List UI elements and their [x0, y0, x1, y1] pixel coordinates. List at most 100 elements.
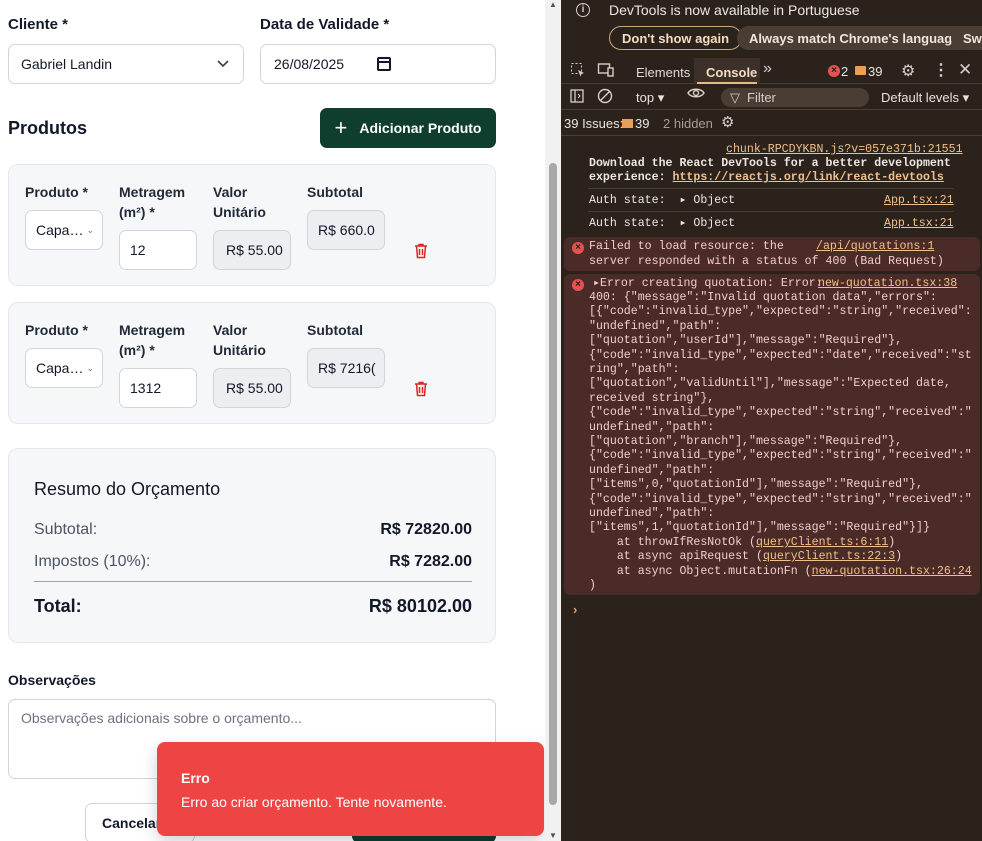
- client-label: Cliente *: [8, 16, 69, 33]
- meter-input[interactable]: 1312: [119, 368, 197, 408]
- log-message: Auth state: ▸ Object: [589, 194, 736, 207]
- error-detail-line: "undefined","path":: [589, 319, 722, 333]
- error-detail-line: ["quotation","userId"],"message":"Requir…: [589, 334, 903, 348]
- quotation-summary: Resumo do Orçamento Subtotal: R$ 72820.00…: [8, 448, 496, 643]
- log-source-link[interactable]: App.tsx:21: [884, 217, 954, 231]
- toast-title: Erro: [181, 770, 210, 786]
- product-value: Capa…: [36, 360, 84, 376]
- log-message: server responded with a status of 400 (B…: [589, 255, 944, 268]
- scroll-up-arrow[interactable]: ▲: [549, 0, 557, 9]
- product-card: Produto * Capa… ⌄ Metragem (m²) * 12 Valo…: [8, 164, 496, 286]
- product-select[interactable]: Capa… ⌄: [25, 348, 103, 388]
- summary-subtotal-row: Subtotal: R$ 72820.00: [34, 521, 472, 538]
- toast-message: Erro ao criar orçamento. Tente novamente…: [181, 794, 447, 810]
- devtools-panel: i DevTools is now available in Portugues…: [561, 0, 982, 841]
- stack-frame: ): [589, 579, 596, 592]
- close-icon[interactable]: ✕: [958, 60, 972, 80]
- chevron-down-icon: [217, 57, 229, 71]
- scrollbar-thumb[interactable]: [549, 163, 557, 805]
- inspect-element-icon[interactable]: [570, 62, 586, 81]
- scroll-down-arrow[interactable]: ▼: [549, 831, 557, 840]
- log-message: Download the React DevTools for a better…: [589, 157, 951, 170]
- unit-price-field: R$ 55.00: [213, 368, 291, 408]
- error-icon: ×: [572, 242, 584, 254]
- error-icon: ×: [572, 279, 584, 291]
- error-detail-line: undefined","path":: [589, 420, 715, 434]
- device-toolbar-icon[interactable]: [597, 62, 615, 81]
- tab-console[interactable]: Console: [706, 65, 757, 80]
- validity-label: Data de Validade *: [260, 16, 390, 33]
- log-divider: [588, 188, 954, 189]
- error-detail-line: ["quotation","branch"],"message":"Requir…: [589, 435, 903, 448]
- summary-total-row: Total: R$ 80102.00: [34, 596, 472, 616]
- error-detail-line: undefined","path":: [589, 463, 715, 477]
- products-title: Produtos: [8, 118, 87, 138]
- validity-date-input[interactable]: 26/08/2025: [260, 44, 496, 84]
- summary-divider: [34, 581, 472, 582]
- error-detail-line: ["items",0,"quotationId"],"message":"Req…: [589, 478, 923, 492]
- add-product-button[interactable]: + Adicionar Produto: [320, 108, 496, 148]
- match-language-button[interactable]: Always match Chrome's language: [737, 26, 972, 50]
- chevron-down-icon: ⌄: [86, 224, 94, 235]
- error-detail-line: 400: {"message":"Invalid quotation data"…: [589, 291, 937, 304]
- product-label: Produto *: [25, 322, 88, 338]
- devtools-link[interactable]: https://reactjs.org/link/react-devtools: [673, 171, 944, 184]
- client-select[interactable]: Gabriel Landin: [8, 44, 244, 84]
- meter-label: Metragem (m²) *: [119, 322, 186, 358]
- plus-icon: +: [334, 115, 348, 140]
- product-select[interactable]: Capa… ⌄: [25, 210, 103, 250]
- log-source-link[interactable]: /api/quotations:1: [816, 240, 934, 254]
- log-source-link[interactable]: App.tsx:21: [884, 194, 954, 208]
- console-filter-input[interactable]: Filter: [721, 88, 869, 107]
- subtotal-label: Subtotal: [307, 184, 363, 200]
- meter-input[interactable]: 12: [119, 230, 197, 270]
- console-prompt[interactable]: ›: [573, 602, 577, 617]
- log-source-link[interactable]: new-quotation.tsx:38: [818, 277, 957, 291]
- clear-console-icon[interactable]: [597, 88, 613, 107]
- issues-settings-icon[interactable]: ⚙: [721, 113, 734, 131]
- error-icon: ×: [828, 65, 840, 77]
- chevron-down-icon: ⌄: [86, 362, 94, 373]
- stack-frame: at async Object.mutationFn (new-quotatio…: [589, 565, 972, 578]
- message-count[interactable]: 39: [868, 64, 882, 79]
- issues-count[interactable]: 39: [635, 116, 649, 131]
- error-detail-line: {"code":"invalid_type","expected":"date"…: [589, 348, 972, 362]
- error-detail-line: ["items",1,"quotationId"],"message":"Req…: [589, 521, 930, 535]
- quotation-form-page: Cliente * Gabriel Landin Data de Validad…: [0, 0, 545, 841]
- sidebar-toggle-icon[interactable]: [570, 89, 584, 106]
- log-message[interactable]: ▸Error creating quotation: Error:: [593, 277, 823, 291]
- add-product-label: Adicionar Produto: [359, 120, 482, 136]
- subtotal-label: Subtotal: [307, 322, 363, 338]
- stack-frame: at throwIfResNotOk (queryClient.ts:6:11): [589, 536, 896, 549]
- subtotal-field: R$ 7216(: [307, 348, 385, 388]
- error-count[interactable]: 2: [841, 64, 848, 79]
- error-detail-line: {"code":"invalid_type","expected":"strin…: [589, 406, 972, 420]
- log-source-link[interactable]: chunk-RPCDYKBN.js?v=057e371b:21551: [726, 143, 963, 157]
- stack-frame: at async apiRequest (queryClient.ts:22:3…: [589, 550, 903, 563]
- unit-price-field: R$ 55.00: [213, 230, 291, 270]
- kebab-menu-icon[interactable]: ⋮: [933, 60, 949, 80]
- filter-funnel-icon: ▽: [730, 90, 740, 105]
- switch-language-button[interactable]: Swi: [951, 26, 982, 50]
- message-icon: [855, 66, 866, 75]
- trash-icon[interactable]: [414, 381, 428, 397]
- log-message: Failed to load resource: the: [589, 240, 784, 253]
- language-notice: DevTools is now available in Portuguese: [609, 2, 860, 18]
- tab-elements[interactable]: Elements: [636, 65, 690, 80]
- more-tabs-icon[interactable]: »: [763, 60, 772, 78]
- info-icon: i: [576, 3, 590, 17]
- calendar-icon[interactable]: [377, 57, 391, 71]
- eye-icon[interactable]: [687, 86, 705, 105]
- trash-icon[interactable]: [414, 243, 428, 259]
- context-select[interactable]: top ▾: [636, 90, 664, 106]
- product-card: Produto * Capa… ⌄ Metragem (m²) * 1312 Va…: [8, 302, 496, 424]
- subtotal-field: R$ 660.0: [307, 210, 385, 250]
- product-value: Capa…: [36, 222, 84, 238]
- unit-price-label: Valor Unitário: [213, 322, 266, 358]
- log-levels-select[interactable]: Default levels ▾: [881, 90, 969, 106]
- dont-show-again-button[interactable]: Don't show again: [609, 26, 743, 50]
- summary-tax-row: Impostos (10%): R$ 7282.00: [34, 553, 472, 570]
- settings-gear-icon[interactable]: ⚙: [901, 61, 915, 81]
- log-divider: [588, 211, 954, 212]
- issues-label[interactable]: 39 Issues:: [564, 116, 623, 131]
